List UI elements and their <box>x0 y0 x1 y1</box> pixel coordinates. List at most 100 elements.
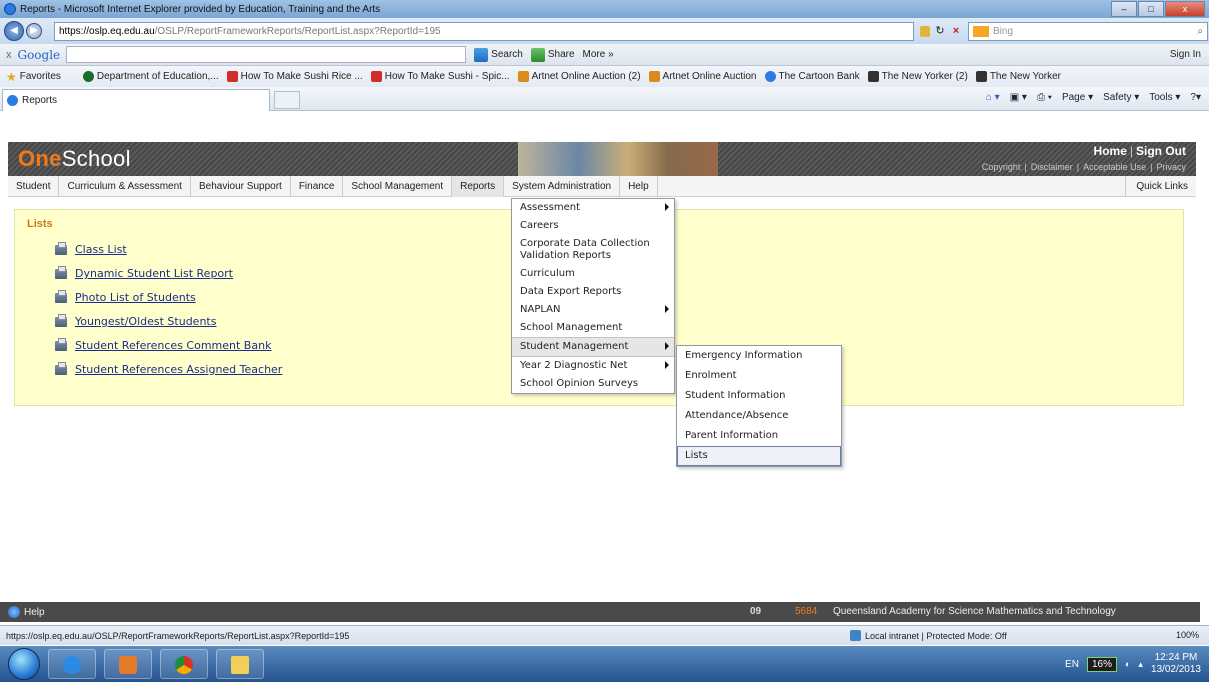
submenu-item-emergency[interactable]: Emergency Information <box>677 346 841 366</box>
google-more-button[interactable]: More » <box>583 49 614 60</box>
menu-item-year2-diagnostic[interactable]: Year 2 Diagnostic Net <box>512 357 674 375</box>
menu-item-data-export[interactable]: Data Export Reports <box>512 283 674 301</box>
favorite-item[interactable]: Artnet Online Auction <box>648 71 757 82</box>
menu-item-student-management[interactable]: Student Management <box>512 337 674 357</box>
tools-menu[interactable]: Tools ▾ <box>1149 92 1180 103</box>
taskbar-ie-button[interactable] <box>48 649 96 679</box>
submenu-item-attendance[interactable]: Attendance/Absence <box>677 406 841 426</box>
nav-student[interactable]: Student <box>8 175 60 197</box>
maximize-button[interactable]: □ <box>1138 1 1164 17</box>
report-item: Youngest/Oldest Students <box>55 313 216 328</box>
security-zone[interactable]: Local intranet | Protected Mode: Off <box>850 630 1007 641</box>
favorite-item[interactable]: How To Make Sushi - Spic... <box>370 71 510 82</box>
submenu-item-parent-information[interactable]: Parent Information <box>677 426 841 446</box>
favorite-item[interactable]: The New Yorker (2) <box>867 71 968 82</box>
report-link-photo-list[interactable]: Photo List of Students <box>75 291 196 304</box>
report-link-class-list[interactable]: Class List <box>75 243 127 256</box>
submenu-item-lists[interactable]: Lists <box>677 446 841 466</box>
menu-item-corporate-data[interactable]: Corporate Data Collection Validation Rep… <box>512 235 674 265</box>
google-search-button[interactable]: Search <box>474 47 523 62</box>
new-tab-button[interactable] <box>274 91 300 109</box>
favorite-item[interactable]: The Cartoon Bank <box>764 71 860 82</box>
forward-button[interactable]: ▶ <box>26 23 42 39</box>
google-logo: Google <box>17 47 61 62</box>
window-title: Reports - Microsoft Internet Explorer pr… <box>20 3 381 15</box>
safety-menu[interactable]: Safety ▾ <box>1103 92 1139 103</box>
share-icon <box>530 47 545 62</box>
report-link-assigned-teacher[interactable]: Student References Assigned Teacher <box>75 363 282 376</box>
address-tools: ↻ × <box>920 25 962 37</box>
clock[interactable]: 12:24 PM 13/02/2013 <box>1151 652 1201 676</box>
taskbar-folder-button[interactable] <box>216 649 264 679</box>
zoom-level[interactable]: 100% <box>1176 630 1199 640</box>
minimize-button[interactable]: – <box>1111 1 1137 17</box>
google-signin-link[interactable]: Sign In <box>1170 49 1201 60</box>
print-icon[interactable]: ⎙ ▾ <box>1037 92 1052 103</box>
newyorker-favicon-icon <box>867 71 879 82</box>
volume-icon[interactable]: ▴ <box>1138 659 1143 670</box>
home-icon[interactable]: ⌂ ▾ <box>986 92 1000 103</box>
windows-taskbar: EN 16% ◐ ▴ 12:24 PM 13/02/2013 <box>0 646 1209 682</box>
menu-item-assessment[interactable]: Assessment <box>512 199 674 217</box>
google-share-button[interactable]: Share <box>530 47 575 62</box>
favorite-item[interactable]: How To Make Sushi Rice ... <box>226 71 363 82</box>
submenu-arrow-icon <box>665 361 669 369</box>
network-icon[interactable]: ◐ <box>1125 659 1130 669</box>
google-toolbar-close-icon[interactable]: x <box>6 49 12 61</box>
refresh-icon[interactable]: ↻ <box>934 25 946 37</box>
quick-links[interactable]: Quick Links <box>1125 176 1188 197</box>
bing-search-input[interactable]: Bing ⌕ <box>968 21 1208 41</box>
page-menu[interactable]: Page ▾ <box>1062 92 1093 103</box>
privacy-link[interactable]: Privacy <box>1156 162 1186 172</box>
sign-out-link[interactable]: Sign Out <box>1136 144 1186 158</box>
search-magnifier-icon[interactable]: ⌕ <box>1197 26 1203 37</box>
stop-icon[interactable]: × <box>950 25 962 37</box>
nav-behaviour-support[interactable]: Behaviour Support <box>191 175 291 197</box>
taskbar-media-button[interactable] <box>104 649 152 679</box>
menu-item-label: School Opinion Surveys <box>520 378 639 389</box>
close-window-button[interactable]: x <box>1165 1 1205 17</box>
report-item: Student References Assigned Teacher <box>55 361 282 376</box>
report-link-youngest-oldest[interactable]: Youngest/Oldest Students <box>75 315 216 328</box>
nav-system-administration[interactable]: System Administration <box>504 175 621 197</box>
nav-reports[interactable]: Reports <box>452 175 505 197</box>
menu-item-careers[interactable]: Careers <box>512 217 674 235</box>
report-item: Class List <box>55 241 127 256</box>
menu-item-label: School Management <box>520 322 623 333</box>
menu-item-curriculum[interactable]: Curriculum <box>512 265 674 283</box>
submenu-item-student-information[interactable]: Student Information <box>677 386 841 406</box>
google-more-label: More » <box>582 49 614 60</box>
address-input[interactable]: https://oslp.eq.edu.au/OSLP/ReportFramew… <box>54 21 914 41</box>
favorite-item[interactable]: Artnet Online Auction (2) <box>517 71 641 82</box>
ie-page-icon <box>7 95 18 106</box>
google-search-input[interactable] <box>66 46 467 63</box>
tab-reports[interactable]: Reports <box>2 89 270 111</box>
favorites-button[interactable]: Favorites <box>20 71 61 82</box>
favorite-label: How To Make Sushi Rice ... <box>240 71 363 82</box>
back-button[interactable]: ◀ <box>4 21 24 41</box>
nav-curriculum-assessment[interactable]: Curriculum & Assessment <box>59 175 191 197</box>
footer-help-link[interactable]: Help <box>24 607 45 618</box>
copyright-link[interactable]: Copyright <box>982 162 1021 172</box>
home-link[interactable]: Home <box>1094 144 1127 158</box>
report-link-comment-bank[interactable]: Student References Comment Bank <box>75 339 271 352</box>
report-link-dynamic-student-list[interactable]: Dynamic Student List Report <box>75 267 233 280</box>
taskbar-chrome-button[interactable] <box>160 649 208 679</box>
submenu-item-enrolment[interactable]: Enrolment <box>677 366 841 386</box>
favorite-item[interactable]: The New Yorker <box>975 71 1061 82</box>
menu-item-naplan[interactable]: NAPLAN <box>512 301 674 319</box>
nav-help[interactable]: Help <box>620 175 658 197</box>
menu-item-school-opinion[interactable]: School Opinion Surveys <box>512 375 674 393</box>
language-indicator[interactable]: EN <box>1065 659 1079 670</box>
help-icon[interactable]: ?▾ <box>1190 92 1201 103</box>
acceptable-use-link[interactable]: Acceptable Use <box>1083 162 1146 172</box>
nav-finance[interactable]: Finance <box>291 175 344 197</box>
feeds-icon[interactable]: ▣ ▾ <box>1010 92 1027 103</box>
lock-icon[interactable] <box>920 25 930 37</box>
favorite-label: Department of Education,... <box>96 71 219 82</box>
disclaimer-link[interactable]: Disclaimer <box>1031 162 1073 172</box>
favorite-item[interactable]: Department of Education,... <box>82 71 219 82</box>
nav-school-management[interactable]: School Management <box>343 175 453 197</box>
menu-item-school-management[interactable]: School Management <box>512 319 674 337</box>
start-button[interactable] <box>8 648 40 680</box>
